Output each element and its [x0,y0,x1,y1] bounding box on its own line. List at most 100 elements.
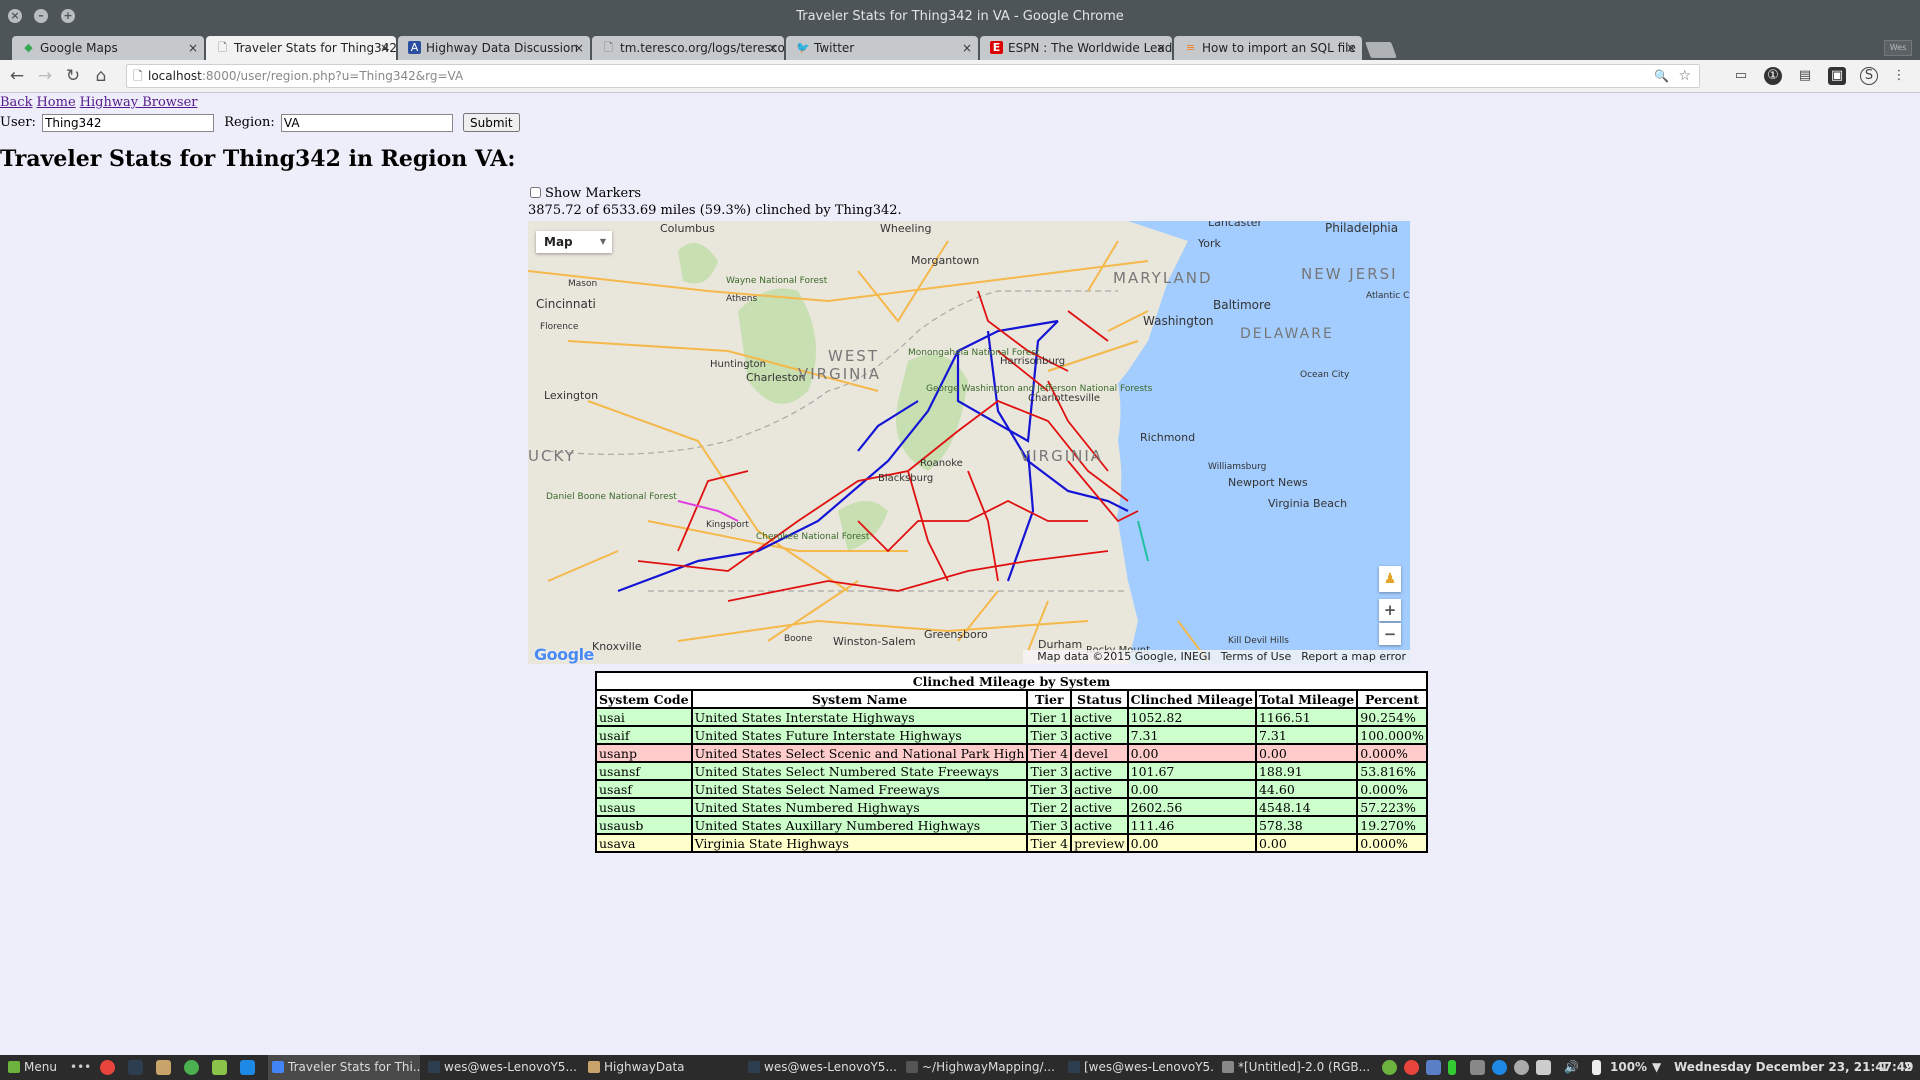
tab-google-maps[interactable]: ◆ Google Maps × [12,36,204,60]
cell-code: usausb [595,815,693,835]
tab-highway-data-discussion[interactable]: A Highway Data Discussion × [398,36,590,60]
tab-label: tm.teresco.org/logs/teresco [620,41,784,55]
workspace-1[interactable]: 1 [1880,1055,1888,1080]
volume-icon[interactable]: 🔊 [1564,1055,1579,1080]
workspace-2[interactable]: 2 [1904,1055,1912,1080]
taskbar: Menu ••• Traveler Stats for Thi... wes@we… [0,1055,1920,1080]
cell-name: United States Future Interstate Highways [690,725,1029,745]
taskbar-window-button[interactable]: *[Untitled]-2.0 (RGB... [1218,1055,1378,1080]
taskbar-window-button[interactable]: [wes@wes-LenovoY5... [1064,1055,1214,1080]
cell-name: United States Select Numbered State Free… [690,761,1029,781]
close-icon[interactable]: × [380,36,390,60]
close-icon[interactable]: × [768,36,778,60]
cast-icon[interactable]: ▭ [1732,67,1750,85]
tray-status-icon[interactable] [1448,1060,1456,1075]
back-link[interactable]: Back [0,95,32,110]
table-row: usaif United States Future Interstate Hig… [595,725,1428,745]
profile-badge[interactable]: Wes [1884,40,1912,56]
map-label: Charleston [746,371,806,384]
taskbar-window-label: wes@wes-LenovoY5... [444,1060,577,1074]
wifi-icon[interactable]: ▼ [1652,1055,1661,1080]
espn-icon: E [990,41,1003,54]
close-icon[interactable]: × [1346,36,1356,60]
forward-arrow-icon[interactable]: → [34,65,56,87]
close-icon[interactable]: × [1156,36,1166,60]
chrome-launcher-icon[interactable] [100,1060,115,1075]
battery-icon[interactable] [1592,1060,1601,1075]
show-desktop-icon[interactable]: ••• [70,1060,91,1075]
column-header: Clinched Mileage [1126,689,1257,709]
column-header: System Code [595,689,693,709]
show-markers-checkbox[interactable] [530,187,541,198]
bluetooth-icon[interactable] [1514,1060,1529,1075]
network-icon[interactable] [1470,1060,1485,1075]
taskbar-window-button[interactable]: ~/HighwayMapping/... [902,1055,1060,1080]
tab-sql-import[interactable]: ≡ How to import an SQL file × [1174,36,1362,60]
taskbar-window-button[interactable]: HighwayData [584,1055,740,1080]
map-type-dropdown[interactable]: Map ▼ [536,231,612,253]
extension-icon[interactable]: ▣ [1828,67,1846,85]
close-icon[interactable]: × [962,36,972,60]
user-input[interactable] [42,113,215,132]
skype-icon[interactable]: S [1860,67,1878,85]
map-label: Winston-Salem [833,635,916,648]
dropbox-icon[interactable] [1492,1060,1507,1075]
report-error-link[interactable]: Report a map error [1301,650,1406,663]
tab-twitter[interactable]: 🐦 Twitter × [786,36,978,60]
street-view-pegman-icon[interactable]: ♟ [1379,566,1401,592]
editor-launcher-icon[interactable] [212,1060,227,1075]
stack-icon: ≡ [1185,41,1196,54]
terminal-launcher-icon[interactable] [128,1060,143,1075]
cell-total: 44.60 [1254,779,1359,799]
highway-browser-link[interactable]: Highway Browser [80,95,198,110]
back-arrow-icon[interactable]: ← [6,65,28,87]
submit-button[interactable]: Submit [463,113,520,132]
taskbar-window-button[interactable]: wes@wes-LenovoY5... [424,1055,580,1080]
home-link[interactable]: Home [36,95,75,110]
route-map[interactable]: Columbus Wheeling Lancaster Philadelphia… [528,221,1410,664]
ide-launcher-icon[interactable] [240,1060,255,1075]
taskbar-window-label: HighwayData [604,1060,685,1074]
tab-teresco-logs[interactable]: 🗋 tm.teresco.org/logs/teresco × [592,36,784,60]
taskbar-window-button[interactable]: Traveler Stats for Thi... [268,1055,420,1080]
bookmark-star-icon[interactable]: ☆ [1678,65,1691,87]
cell-clinched: 111.46 [1126,815,1257,835]
close-icon[interactable]: × [574,36,584,60]
new-tab-button[interactable] [1365,42,1397,58]
close-icon[interactable]: × [188,36,198,60]
app-launcher-icon[interactable] [184,1060,199,1075]
cell-clinched: 2602.56 [1126,797,1257,817]
cell-status: active [1070,761,1129,781]
cell-tier: Tier 3 [1026,761,1073,781]
chrome-menu-icon[interactable]: ⋮ [1890,67,1908,85]
tray-app-icon[interactable] [1382,1060,1397,1075]
map-label: Boone [784,634,813,644]
terms-link[interactable]: Terms of Use [1221,650,1292,663]
chat-icon[interactable]: ▤ [1796,67,1814,85]
cell-total: 1166.51 [1254,707,1359,727]
home-icon[interactable]: ⌂ [90,65,112,87]
tab-espn[interactable]: E ESPN : The Worldwide Leader × [980,36,1172,60]
files-launcher-icon[interactable] [156,1060,171,1075]
shield-icon[interactable] [1426,1060,1441,1075]
address-bar[interactable]: 🗋 localhost:8000/user/region.php?u=Thing… [126,64,1700,88]
zoom-icon[interactable]: 🔍 [1654,65,1669,87]
tab-traveler-stats[interactable]: 🗋 Traveler Stats for Thing342 × [206,36,396,60]
zoom-in-button[interactable]: + [1379,599,1401,621]
zoom-out-button[interactable]: − [1379,623,1401,645]
nav-links: Back Home Highway Browser [0,95,202,110]
clock[interactable]: Wednesday December 23, 21:47:49 [1674,1055,1914,1080]
cell-clinched: 0.00 [1126,779,1257,799]
cell-tier: Tier 3 [1026,815,1073,835]
tray-chrome-icon[interactable] [1404,1060,1419,1075]
map-label: Williamsburg [1208,462,1266,472]
extension-counter-icon[interactable]: ① [1764,67,1782,85]
battery-percent: 100% [1610,1060,1648,1074]
region-input[interactable] [280,113,453,132]
cell-code: usaus [595,797,693,817]
cell-code: usansf [595,761,693,781]
taskbar-window-button[interactable]: wes@wes-LenovoY5... [744,1055,898,1080]
start-menu-button[interactable]: Menu [4,1055,57,1080]
reload-icon[interactable]: ↻ [62,65,84,87]
clipboard-icon[interactable] [1536,1060,1551,1075]
